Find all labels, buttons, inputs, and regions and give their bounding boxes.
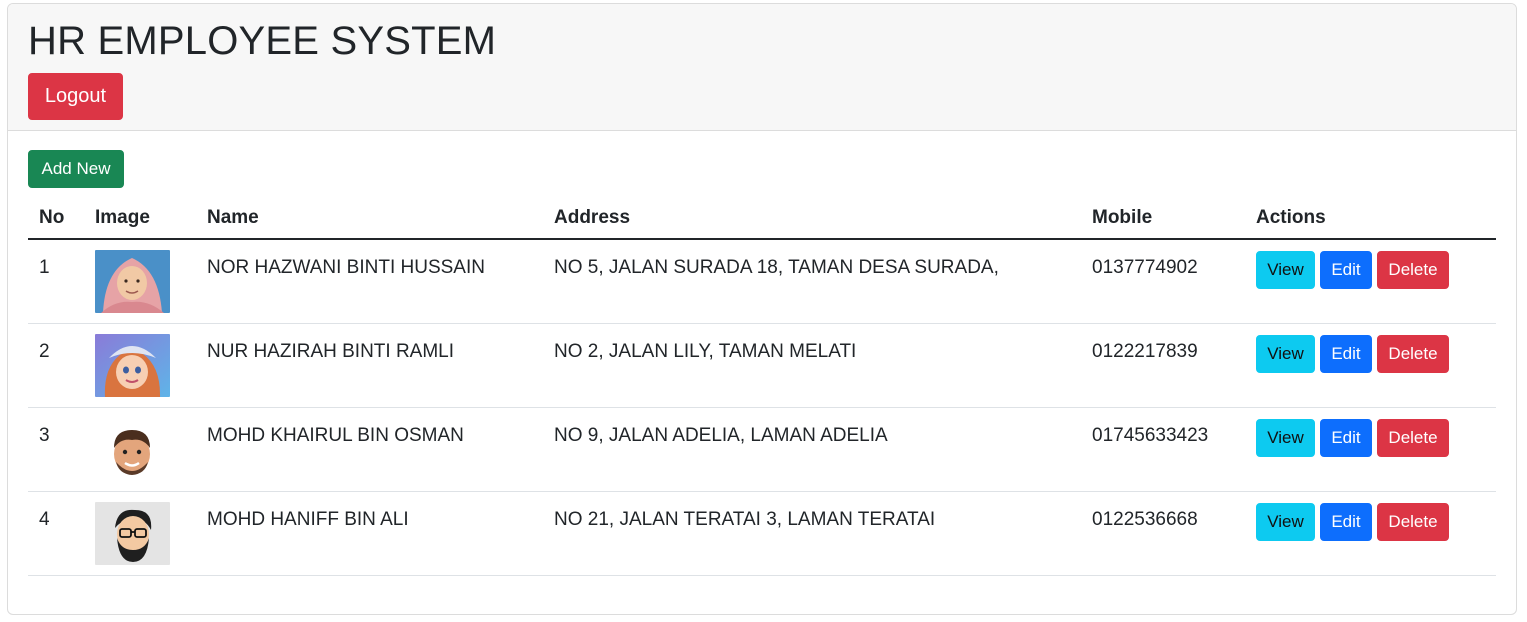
employee-address: NO 2, JALAN LILY, TAMAN MELATI xyxy=(543,323,1081,408)
main-card: HR EMPLOYEE SYSTEM Logout Add New No Ima… xyxy=(7,3,1517,615)
row-number: 1 xyxy=(28,239,84,324)
row-number: 3 xyxy=(28,407,84,492)
column-header-image: Image xyxy=(84,198,196,240)
table-row: 4 MOHD HANIFF BIN ALI NO 21, JALAN TERAT… xyxy=(28,491,1496,576)
edit-button[interactable]: Edit xyxy=(1320,502,1372,541)
employee-name: MOHD KHAIRUL BIN OSMAN xyxy=(196,407,543,492)
delete-button[interactable]: Delete xyxy=(1377,418,1449,457)
column-header-address: Address xyxy=(543,198,1081,240)
view-button[interactable]: View xyxy=(1256,251,1315,289)
card-body: Add New No Image Name Address Mobile Act… xyxy=(8,131,1516,576)
bearded-man-glasses-avatar xyxy=(95,501,170,565)
page-title: HR EMPLOYEE SYSTEM xyxy=(28,19,497,63)
delete-button[interactable]: Delete xyxy=(1377,334,1449,373)
table-row: 3 MOHD KHAIRUL BIN OSMAN NO 9, JALAN ADE… xyxy=(28,407,1496,492)
edit-button[interactable]: Edit xyxy=(1320,251,1372,289)
table-row: 2 NUR HAZIRAH BINTI RAMLI NO 2, JALAN LI… xyxy=(28,323,1496,408)
employee-table: No Image Name Address Mobile Actions 1 N… xyxy=(28,198,1496,576)
logout-button[interactable]: Logout xyxy=(28,73,123,120)
employee-name: MOHD HANIFF BIN ALI xyxy=(196,491,543,576)
employee-mobile: 01745633423 xyxy=(1081,407,1245,492)
table-header-row: No Image Name Address Mobile Actions xyxy=(28,198,1496,240)
employee-mobile: 0137774902 xyxy=(1081,239,1245,324)
column-header-name: Name xyxy=(196,198,543,240)
row-number: 4 xyxy=(28,491,84,576)
add-new-button[interactable]: Add New xyxy=(28,150,124,188)
woman-hijab-photo xyxy=(95,250,170,313)
employee-address: NO 9, JALAN ADELIA, LAMAN ADELIA xyxy=(543,407,1081,492)
employee-address: NO 21, JALAN TERATAI 3, LAMAN TERATAI xyxy=(543,491,1081,576)
cartoon-man-avatar xyxy=(95,417,170,481)
column-header-mobile: Mobile xyxy=(1081,198,1245,240)
view-button[interactable]: View xyxy=(1256,334,1315,373)
delete-button[interactable]: Delete xyxy=(1377,251,1449,289)
cartoon-girl-avatar xyxy=(95,333,170,397)
edit-button[interactable]: Edit xyxy=(1320,334,1372,373)
view-button[interactable]: View xyxy=(1256,502,1315,541)
employee-name: NUR HAZIRAH BINTI RAMLI xyxy=(196,323,543,408)
table-row: 1 NOR HAZWANI BINTI HUSSAIN NO 5, JALAN … xyxy=(28,239,1496,324)
delete-button[interactable]: Delete xyxy=(1377,502,1449,541)
employee-mobile: 0122217839 xyxy=(1081,323,1245,408)
card-header: HR EMPLOYEE SYSTEM Logout xyxy=(8,4,1516,131)
view-button[interactable]: View xyxy=(1256,418,1315,457)
employee-address: NO 5, JALAN SURADA 18, TAMAN DESA SURADA… xyxy=(543,239,1081,324)
employee-name: NOR HAZWANI BINTI HUSSAIN xyxy=(196,239,543,324)
column-header-no: No xyxy=(28,198,84,240)
employee-mobile: 0122536668 xyxy=(1081,491,1245,576)
column-header-actions: Actions xyxy=(1245,198,1496,240)
row-number: 2 xyxy=(28,323,84,408)
edit-button[interactable]: Edit xyxy=(1320,418,1372,457)
